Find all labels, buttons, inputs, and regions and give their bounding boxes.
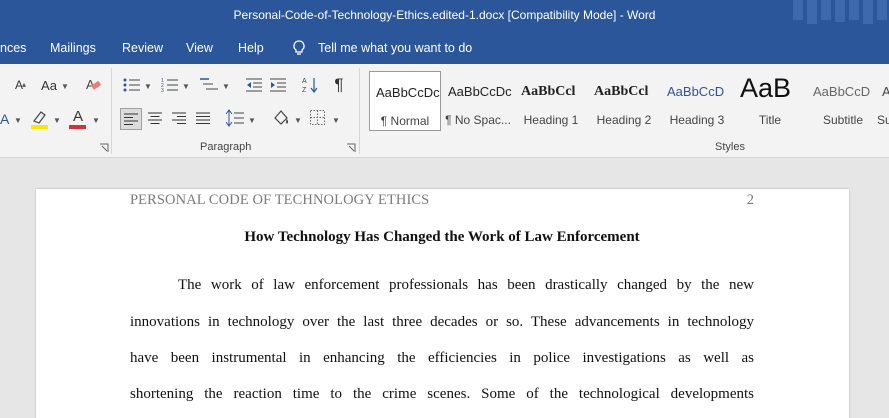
chevron-down-icon: ▼	[61, 82, 69, 91]
style-no-spacing[interactable]: AaBbCcDc ¶ No Spac...	[442, 71, 514, 131]
body-text-line: have been instrumental in enhancing the …	[130, 350, 754, 366]
group-divider	[359, 68, 360, 154]
styles-group-label: Styles	[715, 141, 745, 153]
style-name: Su	[877, 113, 889, 127]
multilevel-list-icon[interactable]	[199, 77, 219, 93]
style-name: Title	[758, 113, 782, 127]
style-name: ¶ Normal	[380, 114, 430, 128]
style-sample: AaBbCcD	[813, 84, 871, 99]
borders-icon[interactable]	[310, 110, 325, 125]
style-heading-2[interactable]: AaBbCcl Heading 2	[588, 71, 660, 131]
style-sample: AaBbCcl	[521, 84, 576, 99]
align-left-button[interactable]	[120, 108, 142, 130]
ribbon-home: A ▴ Aa ▼ A A ▼ ▼ A ▼ ▼ 1 2 3 ▼ ▼ A Z ¶ ▼…	[0, 64, 889, 158]
clear-formatting-icon[interactable]: A	[84, 76, 102, 94]
chevron-down-icon: ▼	[53, 116, 61, 125]
bullets-icon[interactable]	[123, 77, 141, 93]
font-color-swatch	[69, 125, 86, 129]
align-center-icon[interactable]	[148, 112, 162, 124]
line-spacing-icon[interactable]	[226, 109, 244, 127]
chevron-down-icon: ▼	[182, 82, 190, 91]
numbering-icon[interactable]: 1 2 3	[161, 77, 179, 93]
chevron-down-icon: ▼	[294, 116, 302, 125]
svg-text:A: A	[0, 111, 10, 127]
chevron-down-icon: ▼	[222, 82, 230, 91]
decrease-indent-icon[interactable]	[245, 77, 263, 93]
styles-gallery: AaBbCcDc ¶ Normal AaBbCcDc ¶ No Spac... …	[369, 71, 889, 133]
style-normal[interactable]: AaBbCcDc ¶ Normal	[369, 71, 441, 131]
style-name: ¶ No Spac...	[445, 113, 511, 127]
group-divider	[111, 68, 112, 154]
tab-review[interactable]: Review	[122, 41, 163, 55]
style-sample: AaBbCcl	[594, 84, 649, 99]
page-number: 2	[746, 192, 754, 208]
tell-me-search[interactable]: Tell me what you want to do	[318, 41, 472, 55]
paragraph-group-label: Paragraph	[200, 141, 252, 153]
style-sample: A	[882, 84, 889, 99]
shading-icon[interactable]	[271, 108, 291, 128]
style-sample: AaB	[740, 73, 792, 103]
align-left-icon	[124, 113, 138, 125]
change-case-button[interactable]: Aa	[38, 76, 60, 94]
style-subtitle[interactable]: AaBbCcD Subtitle	[807, 71, 879, 131]
body-text-line: shortening the reaction time to the crim…	[130, 386, 754, 402]
ribbon-tabs: nces Mailings Review View Help Tell me w…	[0, 32, 889, 64]
justify-icon[interactable]	[196, 112, 210, 124]
tab-help[interactable]: Help	[238, 41, 264, 55]
style-title[interactable]: AaB Title	[734, 71, 806, 131]
show-formatting-button[interactable]: ¶	[331, 75, 347, 95]
running-header: PERSONAL CODE OF TECHNOLOGY ETHICS	[130, 192, 430, 208]
increase-indent-icon[interactable]	[269, 77, 287, 93]
style-sample: AaBbCcD	[667, 84, 725, 99]
chevron-down-icon: ▼	[332, 116, 340, 125]
sort-icon[interactable]: A Z	[302, 76, 318, 94]
chevron-down-icon: ▼	[92, 116, 100, 125]
tab-references[interactable]: nces	[0, 41, 26, 55]
body-text-line: innovations in technology over the last …	[130, 314, 754, 330]
document-heading: How Technology Has Changed the Work of L…	[244, 229, 640, 245]
style-sample: AaBbCcDc	[448, 84, 512, 99]
document-page[interactable]: PERSONAL CODE OF TECHNOLOGY ETHICS 2 How…	[36, 189, 849, 418]
chevron-down-icon: ▴	[22, 80, 27, 89]
highlight-color-icon[interactable]	[30, 108, 50, 130]
style-name: Subtitle	[822, 113, 864, 127]
chevron-down-icon: ▼	[248, 116, 256, 125]
font-color-button[interactable]: A	[68, 108, 88, 130]
tab-mailings[interactable]: Mailings	[50, 41, 96, 55]
svg-text:3: 3	[161, 88, 164, 93]
dialog-launcher-icon[interactable]	[346, 143, 356, 153]
body-text-line: The work of law enforcement professional…	[178, 277, 754, 293]
font-color-glyph: A	[72, 107, 83, 125]
style-name: Heading 2	[596, 113, 652, 127]
align-right-icon[interactable]	[172, 112, 186, 124]
style-heading-1[interactable]: AaBbCcl Heading 1	[515, 71, 587, 131]
document-canvas: PERSONAL CODE OF TECHNOLOGY ETHICS 2 How…	[0, 158, 889, 418]
window-title: Personal-Code-of-Technology-Ethics.edite…	[233, 8, 656, 22]
dialog-launcher-icon[interactable]	[99, 143, 109, 153]
style-heading-3[interactable]: AaBbCcD Heading 3	[661, 71, 733, 131]
svg-text:Z: Z	[302, 87, 307, 94]
style-name: Heading 3	[669, 113, 725, 127]
style-more[interactable]: A Su	[876, 71, 889, 131]
chevron-down-icon: ▼	[14, 116, 22, 125]
tab-view[interactable]: View	[186, 41, 213, 55]
lightbulb-icon[interactable]	[290, 39, 308, 57]
chevron-down-icon: ▼	[144, 82, 152, 91]
title-bar-pattern	[789, 0, 889, 32]
title-bar: Personal-Code-of-Technology-Ethics.edite…	[0, 0, 889, 32]
style-sample: AaBbCcDc	[376, 85, 440, 100]
svg-text:A: A	[302, 78, 307, 85]
style-name: Heading 1	[523, 113, 579, 127]
